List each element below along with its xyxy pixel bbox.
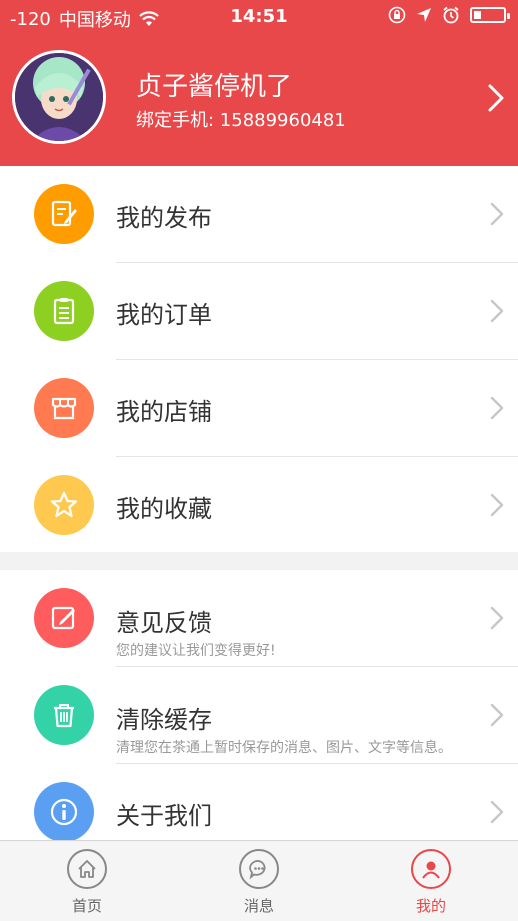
info-icon bbox=[34, 782, 94, 842]
tab-bar: 首页 消息 我的 bbox=[0, 840, 518, 921]
menu-item-my-orders[interactable]: 我的订单 bbox=[0, 263, 518, 360]
tab-mine[interactable]: 我的 bbox=[381, 849, 481, 916]
menu-item-label: 我的订单 bbox=[116, 301, 212, 329]
avatar[interactable] bbox=[12, 50, 106, 144]
chevron-right-icon bbox=[490, 202, 504, 226]
chevron-right-icon bbox=[490, 800, 504, 824]
chevron-right-icon[interactable] bbox=[488, 84, 504, 112]
chevron-right-icon bbox=[490, 703, 504, 727]
menu-group-primary: 我的发布 我的订单 我的店铺 我的收藏 bbox=[0, 166, 518, 552]
tab-label: 我的 bbox=[415, 897, 446, 915]
menu-item-label: 我的店铺 bbox=[116, 398, 212, 426]
location-arrow-icon bbox=[417, 8, 431, 22]
store-icon bbox=[34, 378, 94, 438]
message-icon bbox=[239, 849, 279, 889]
edit-document-icon bbox=[34, 184, 94, 244]
menu-item-subtitle: 您的建议让我们变得更好! bbox=[116, 643, 276, 659]
menu-item-subtitle: 清理您在茶通上暂时保存的消息、图片、文字等信息。 bbox=[116, 740, 452, 756]
clipboard-icon bbox=[34, 281, 94, 341]
menu-item-my-posts[interactable]: 我的发布 bbox=[0, 166, 518, 263]
chevron-right-icon bbox=[490, 299, 504, 323]
menu-item-label: 清除缓存 bbox=[116, 706, 212, 734]
profile-card[interactable]: 贞子酱停机了 绑定手机: 15889960481 bbox=[0, 36, 518, 164]
menu-item-label: 我的发布 bbox=[116, 204, 212, 232]
chevron-right-icon bbox=[490, 396, 504, 420]
bound-phone: 绑定手机: 15889960481 bbox=[136, 110, 346, 131]
menu-item-label: 意见反馈 bbox=[116, 609, 212, 637]
chevron-right-icon bbox=[490, 606, 504, 630]
alarm-icon bbox=[443, 6, 459, 24]
menu-item-my-favorites[interactable]: 我的收藏 bbox=[0, 457, 518, 554]
tab-label: 消息 bbox=[243, 897, 274, 915]
menu-item-label: 关于我们 bbox=[116, 802, 212, 830]
battery-icon bbox=[470, 7, 510, 23]
star-icon bbox=[34, 475, 94, 535]
menu-item-feedback[interactable]: 意见反馈 您的建议让我们变得更好! bbox=[0, 570, 518, 667]
status-bar: -120 中国移动 14:51 bbox=[0, 0, 518, 34]
chevron-right-icon bbox=[490, 493, 504, 517]
menu-item-clear-cache[interactable]: 清除缓存 清理您在茶通上暂时保存的消息、图片、文字等信息。 bbox=[0, 667, 518, 764]
menu-group-secondary: 意见反馈 您的建议让我们变得更好! 清除缓存 清理您在茶通上暂时保存的消息、图片… bbox=[0, 570, 518, 842]
profile-header: -120 中国移动 14:51 贞子酱停机了 绑定手机: 15889960481 bbox=[0, 0, 518, 166]
rotation-lock-icon bbox=[388, 6, 406, 24]
tab-messages[interactable]: 消息 bbox=[209, 849, 309, 916]
trash-icon bbox=[34, 685, 94, 745]
tab-label: 首页 bbox=[71, 897, 102, 915]
avatar-illustration bbox=[15, 53, 103, 141]
person-icon bbox=[411, 849, 451, 889]
home-icon bbox=[67, 849, 107, 889]
menu-item-label: 我的收藏 bbox=[116, 495, 212, 523]
feedback-icon bbox=[34, 588, 94, 648]
username: 贞子酱停机了 bbox=[136, 72, 293, 102]
tab-home[interactable]: 首页 bbox=[37, 849, 137, 916]
menu-item-my-store[interactable]: 我的店铺 bbox=[0, 360, 518, 457]
